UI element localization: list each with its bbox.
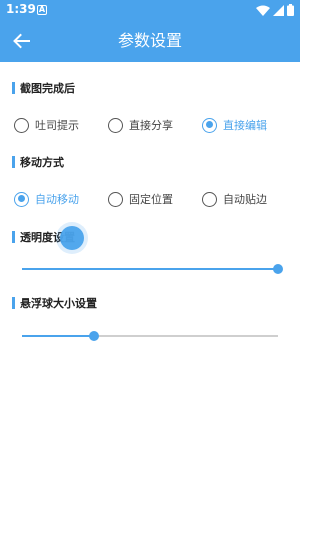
size-slider[interactable] [22,328,278,344]
section-accent-bar [12,156,15,168]
radio-edit[interactable]: 直接编辑 [202,115,267,135]
move-radio-group: 自动移动 固定位置 自动贴边 [0,189,300,209]
status-time: 1:39 [6,2,36,16]
slider-fill [22,335,94,337]
wifi-icon [256,5,270,16]
radio-fixed-position[interactable]: 固定位置 [108,189,173,209]
radio-share[interactable]: 直接分享 [108,115,173,135]
section-accent-bar [12,231,15,243]
transparency-slider[interactable] [22,261,283,277]
radio-circle-icon [108,191,123,207]
slider-fill [22,268,278,270]
radio-label: 吐司提示 [35,119,79,132]
touch-ripple [60,226,84,250]
status-icons [256,4,294,16]
radio-label: 直接编辑 [223,119,267,132]
size-section-header: 悬浮球大小设置 [12,296,97,310]
slider-thumb[interactable] [88,331,99,341]
move-section-title: 移动方式 [20,156,64,169]
notification-a-icon: A [37,5,47,15]
radio-circle-icon [108,117,123,133]
radio-label: 固定位置 [129,193,173,206]
radio-label: 直接分享 [129,119,173,132]
page-title: 参数设置 [117,31,182,50]
section-accent-bar [12,82,15,94]
back-button[interactable] [6,26,36,56]
screenshot-section-title: 截图完成后 [20,82,75,95]
arrow-left-icon [13,33,30,49]
slider-thumb[interactable] [273,264,283,274]
move-section-header: 移动方式 [12,155,64,169]
radio-auto-snap[interactable]: 自动贴边 [202,189,267,209]
screenshot-radio-group: 吐司提示 直接分享 直接编辑 [0,115,300,135]
radio-circle-icon [202,191,217,207]
signal-icon [273,4,284,16]
radio-label: 自动移动 [35,193,79,206]
radio-label: 自动贴边 [223,193,267,206]
app-bar: 参数设置 [0,20,300,62]
section-accent-bar [12,297,15,309]
radio-auto-move[interactable]: 自动移动 [14,189,79,209]
status-bar: 1:39 A [0,0,300,20]
battery-icon [287,4,294,16]
radio-circle-icon [14,117,29,133]
radio-toast[interactable]: 吐司提示 [14,115,79,135]
radio-selected-icon [14,191,29,207]
size-section-title: 悬浮球大小设置 [20,297,97,310]
screenshot-section-header: 截图完成后 [12,81,75,95]
radio-selected-icon [202,117,217,133]
